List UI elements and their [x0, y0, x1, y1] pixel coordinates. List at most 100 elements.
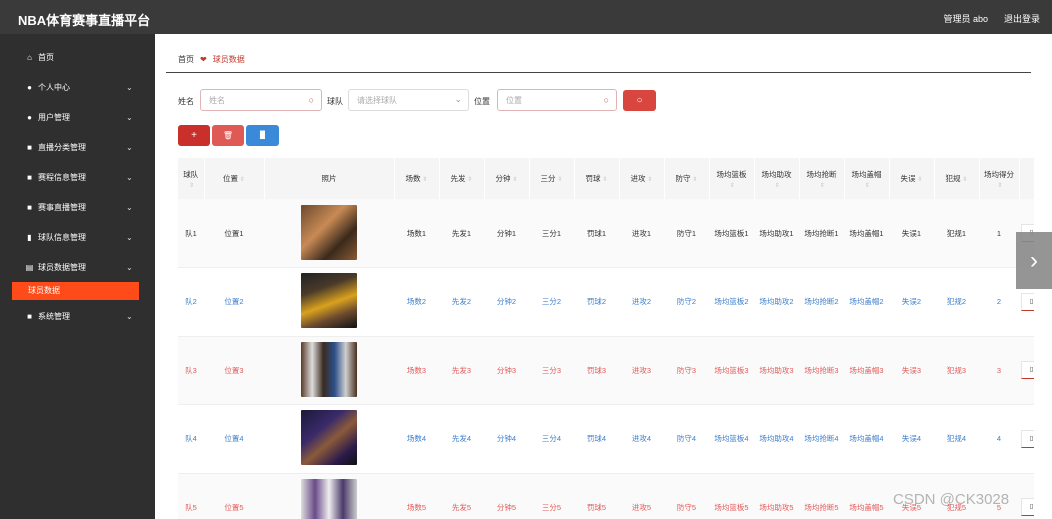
sidebar-item-schedule[interactable]: ■ 赛程信息管理 ⌄: [0, 162, 155, 192]
search-icon: ○: [636, 95, 643, 106]
chevron-down-icon: ⌄: [126, 82, 133, 92]
cell-blk: 场均盖帽2: [844, 267, 889, 337]
cell-starts: 先发3: [439, 336, 484, 405]
column-header[interactable]: 场均得分 ⇳: [979, 158, 1020, 199]
detail-button[interactable]: ▯ 详情: [1021, 429, 1034, 448]
column-header[interactable]: 先发 ⇳: [439, 158, 485, 199]
column-header[interactable]: 失误 ⇳: [889, 158, 935, 199]
cell-ft: 罚球4: [574, 404, 619, 474]
name-search-input[interactable]: 姓名 ○: [200, 89, 322, 111]
cell-off: 进攻4: [619, 404, 664, 474]
cell-def: 防守1: [664, 199, 709, 268]
cell-team: 队1: [178, 199, 204, 268]
chevron-down-icon: ⌄: [126, 232, 133, 242]
column-header[interactable]: 犯规 ⇳: [934, 158, 980, 199]
cell-ast: 场均助攻2: [754, 267, 799, 337]
cell-minutes: 分钟4: [484, 404, 529, 474]
detail-button[interactable]: ▯ 详情: [1021, 498, 1034, 517]
cell-off: 进攻2: [619, 267, 664, 337]
column-header[interactable]: 场数 ⇳: [394, 158, 440, 199]
app-title: NBA体育赛事直播平台: [18, 13, 151, 28]
breadcrumb-home[interactable]: 首页: [178, 54, 194, 65]
cell-minutes: 分钟1: [484, 199, 529, 268]
team-select[interactable]: 请选择球队 ⌄: [348, 89, 469, 111]
position-label: 位置: [474, 97, 490, 106]
cell-starts: 先发5: [439, 473, 484, 519]
player-photo: [301, 273, 357, 329]
position-search-input[interactable]: 位置 ○: [497, 89, 617, 111]
column-header[interactable]: 防守 ⇳: [664, 158, 710, 199]
cell-off: 进攻5: [619, 473, 664, 519]
sidebar-item-personal-center[interactable]: ● 个人中心 ⌄: [0, 72, 155, 102]
cell-pf: 犯规3: [934, 336, 979, 405]
column-header[interactable]: 三分 ⇳: [529, 158, 575, 199]
column-header[interactable]: 罚球 ⇳: [574, 158, 620, 199]
cell-blk: 场均盖帽1: [844, 199, 889, 268]
layers-icon: ▤: [25, 262, 34, 272]
cell-games: 场数5: [394, 473, 439, 519]
column-header[interactable]: 分钟 ⇳: [484, 158, 530, 199]
sidebar-item-label: 球员数据管理: [38, 262, 86, 272]
column-header[interactable]: 球队⇳: [178, 158, 205, 199]
cell-team: 队3: [178, 336, 204, 405]
column-header[interactable]: 进攻 ⇳: [619, 158, 665, 199]
column-header[interactable]: 位置 ⇳: [204, 158, 265, 199]
sidebar-subitem-player-data[interactable]: 球员数据: [12, 282, 139, 300]
team-placeholder: 请选择球队: [357, 95, 397, 105]
player-photo: [301, 478, 357, 519]
delete-button[interactable]: 🗑: [212, 125, 244, 146]
sidebar-item-home[interactable]: ⌂ 首页: [0, 42, 155, 72]
column-header[interactable]: 场均抢断 ⇳: [799, 158, 845, 199]
cell-games: 场数1: [394, 199, 439, 268]
table-row: 队1 位置1 场数1 先发1 分钟1 三分1 罚球1 进攻1 防守1 场均篮板1…: [178, 199, 1034, 268]
cell-stl: 场均抢断1: [799, 199, 844, 268]
player-photo: [301, 204, 357, 260]
bar-chart-icon: ▐▌: [257, 132, 268, 139]
users-icon: ●: [27, 112, 32, 122]
column-header[interactable]: 场均篮板 ⇳: [709, 158, 755, 199]
search-button[interactable]: ○: [623, 90, 656, 111]
chevron-right-icon[interactable]: ›: [1016, 232, 1052, 289]
bar-chart-icon: ▮: [27, 232, 32, 242]
table-header: 球队⇳ 位置 ⇳ 照片 场数 ⇳ 先发 ⇳ 分钟 ⇳ 三分 ⇳ 罚球 ⇳ 进攻 ⇳ 防守 ⇳ 场…: [178, 158, 1034, 199]
cell-def: 防守4: [664, 404, 709, 474]
column-header[interactable]: 场均助攻 ⇳: [754, 158, 800, 199]
detail-button[interactable]: ▯ 详情: [1021, 361, 1034, 380]
cell-pts: 1: [979, 199, 1019, 268]
logout-link[interactable]: 退出登录: [1004, 12, 1040, 25]
sidebar-item-live-category[interactable]: ■ 直播分类管理 ⌄: [0, 132, 155, 162]
cell-reb: 场均篮板5: [709, 473, 754, 519]
cell-team: 队4: [178, 404, 204, 474]
sort-icon: ⇳: [692, 177, 698, 183]
position-placeholder: 位置: [506, 95, 522, 105]
trash-icon: 🗑: [222, 131, 234, 140]
sidebar-item-team-info[interactable]: ▮ 球队信息管理 ⌄: [0, 222, 155, 252]
cell-pf: 犯规1: [934, 199, 979, 268]
cell-reb: 场均篮板1: [709, 199, 754, 268]
cell-games: 场数3: [394, 336, 439, 405]
table-row: 队3 位置3 场数3 先发3 分钟3 三分3 罚球3 进攻3 防守3 场均篮板3…: [178, 336, 1034, 405]
detail-button[interactable]: ▯ 详情: [1021, 292, 1034, 311]
name-placeholder: 姓名: [209, 95, 225, 105]
sidebar-item-system[interactable]: ■ 系统管理 ⌄: [0, 301, 155, 331]
cell-ast: 场均助攻4: [754, 404, 799, 474]
player-photo: [301, 410, 357, 466]
grid-icon: ■: [27, 142, 32, 152]
sidebar-item-player-data[interactable]: ▤ 球员数据管理 ⌄: [0, 252, 155, 282]
sidebar-item-user-management[interactable]: ● 用户管理 ⌄: [0, 102, 155, 132]
cell-position: 位置4: [204, 404, 264, 474]
divider: [166, 72, 1031, 73]
chevron-down-icon: ⌄: [454, 94, 462, 104]
sidebar-item-live-events[interactable]: ■ 赛事直播管理 ⌄: [0, 192, 155, 222]
sidebar: ⌂ 首页 ● 个人中心 ⌄ ● 用户管理 ⌄ ■ 直播分类管理 ⌄ ■ 赛程信息…: [0, 34, 155, 519]
column-header[interactable]: 场均盖帽 ⇳: [844, 158, 890, 199]
cell-three: 三分5: [529, 473, 574, 519]
cell-minutes: 分钟5: [484, 473, 529, 519]
chart-button[interactable]: ▐▌: [246, 125, 279, 146]
cell-blk: 场均盖帽3: [844, 336, 889, 405]
cell-ast: 场均助攻3: [754, 336, 799, 405]
add-button[interactable]: +: [178, 125, 210, 146]
cell-ft: 罚球2: [574, 267, 619, 337]
cell-reb: 场均篮板2: [709, 267, 754, 337]
user-icon: ●: [27, 82, 32, 92]
